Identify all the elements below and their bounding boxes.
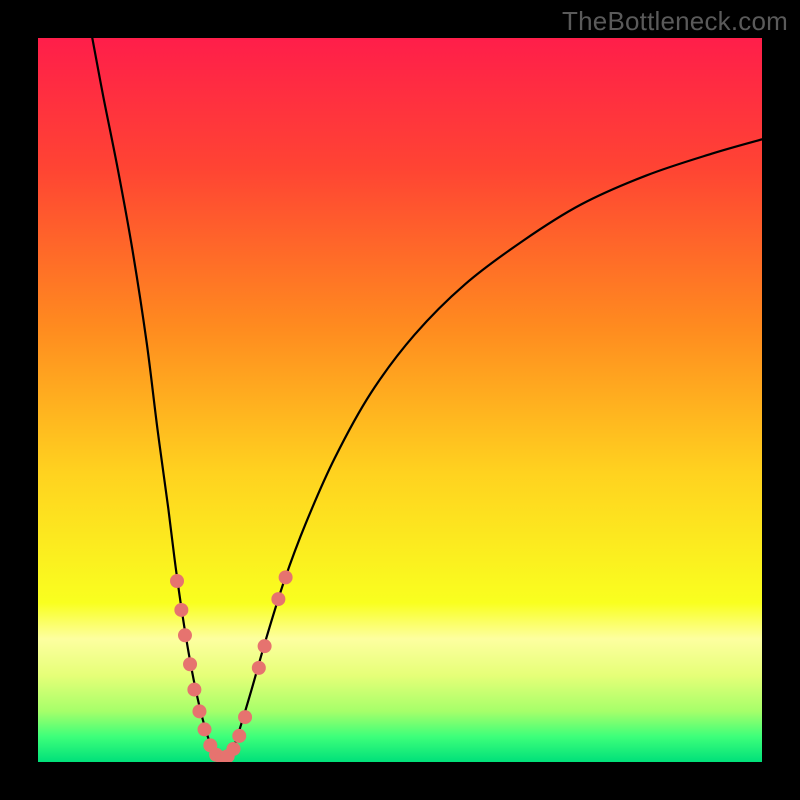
data-point-marker [226, 742, 240, 756]
data-point-marker [198, 722, 212, 736]
data-point-marker [183, 657, 197, 671]
data-point-marker [187, 683, 201, 697]
data-point-marker [170, 574, 184, 588]
bottleneck-chart [38, 38, 762, 762]
data-point-marker [178, 628, 192, 642]
data-point-marker [174, 603, 188, 617]
data-point-marker [252, 661, 266, 675]
data-point-marker [258, 639, 272, 653]
chart-frame: TheBottleneck.com [0, 0, 800, 800]
watermark-text: TheBottleneck.com [562, 6, 788, 37]
data-point-marker [279, 570, 293, 584]
data-point-marker [271, 592, 285, 606]
data-point-marker [232, 729, 246, 743]
data-point-marker [238, 710, 252, 724]
data-point-marker [192, 704, 206, 718]
gradient-background [38, 38, 762, 762]
